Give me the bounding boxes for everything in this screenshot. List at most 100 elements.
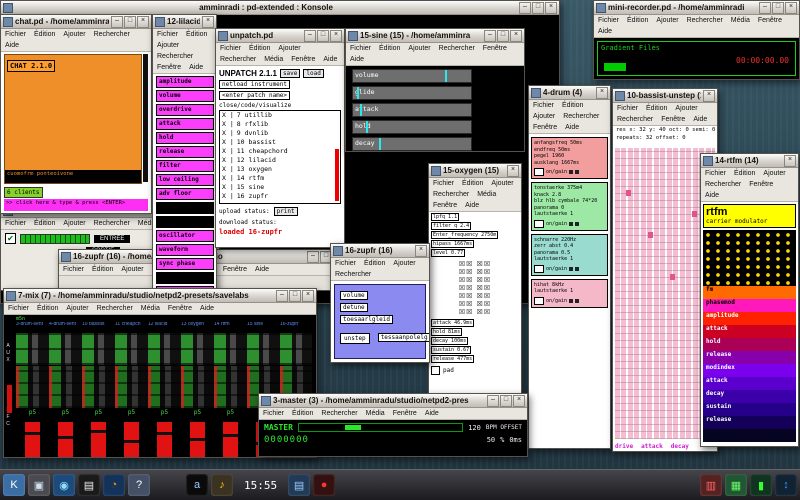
send-toggle-matrix[interactable] [16,333,312,365]
menu-item[interactable]: Média [727,15,754,26]
gain-step-box[interactable] [569,222,573,226]
number-atom[interactable]: lpfq 1.1 [431,213,459,221]
bpm-value[interactable]: 120 [468,424,481,432]
instrument-checkbox[interactable]: X | [222,192,234,200]
fader-knob[interactable] [124,440,139,443]
fader-knob[interactable] [190,438,205,441]
instrument-checkbox[interactable]: X | [222,111,234,119]
rtfm-param[interactable]: attack [703,325,796,338]
instrument-row[interactable]: X |11 cheapchord [220,147,340,156]
taskbar-launcher-icon[interactable]: ◉ [53,474,75,496]
gain-step-box[interactable] [569,299,573,303]
param-slider[interactable]: glide [352,86,472,100]
titlebar[interactable]: 10-bassist-unstep (10 bassist) × [613,89,717,103]
rtfm-param[interactable]: phasemod [703,299,796,312]
fader-bar[interactable] [157,422,172,457]
active-step-cell[interactable] [692,211,697,217]
menu-item[interactable]: Ajouter [62,303,92,314]
maximize-button[interactable]: □ [497,30,509,42]
menu-item[interactable]: Rechercher [435,43,479,54]
fader-knob[interactable] [25,432,40,435]
param-box[interactable]: waveform [156,244,214,256]
maximize-button[interactable]: □ [289,290,301,302]
param-label[interactable]: attack [641,443,663,450]
titlebar[interactable]: 4-drum (4) × [529,86,610,100]
menu-item[interactable]: Fichier [701,168,730,179]
taskbar-launcher-icon[interactable]: K [3,474,25,496]
menu-item[interactable]: Rechercher [683,15,727,26]
menu-item[interactable]: Édition [88,264,117,275]
minimize-button[interactable]: – [304,30,316,42]
patch-name-input[interactable]: <enter patch name> [219,91,290,100]
rtfm-param[interactable]: attack [703,377,796,390]
close-button[interactable]: × [785,2,797,14]
tray-status-icon[interactable]: ▮ [750,474,772,496]
channel-preset-label[interactable]: p5 [214,409,247,416]
gain-step-box[interactable] [569,170,573,174]
rtfm-param[interactable]: modindex [703,364,796,377]
menu-item[interactable]: Fichier [59,264,88,275]
instrument-checkbox[interactable]: X | [222,147,234,155]
channel-preset-label[interactable]: p5 [49,409,82,416]
instrument-checkbox[interactable]: X | [222,120,234,128]
param-box[interactable]: volume [340,291,368,300]
titlebar[interactable]: unpatch.pd – □ × [216,29,344,43]
close-button[interactable]: × [513,395,525,407]
menu-item[interactable]: Rechercher [153,51,197,62]
unstep-button[interactable]: unstep [340,333,370,344]
titlebar[interactable]: 12-lilacid (12) × [153,15,216,29]
menu-item[interactable]: Rechercher [90,218,134,229]
menu-item[interactable]: Édition [30,218,59,229]
close-button[interactable]: × [137,16,149,28]
menu-item[interactable]: Ajouter [59,218,89,229]
menu-item[interactable]: Édition [182,29,211,40]
instrument-row[interactable]: X |9 dvnlib [220,129,340,138]
minimize-button[interactable]: – [519,2,531,14]
menu-item[interactable]: Édition [30,29,59,40]
menu-item[interactable]: Ajouter [389,258,419,269]
number-atom[interactable]: hold 81ms [431,328,462,336]
menu-item[interactable]: Fenêtre [529,122,561,133]
menu-item[interactable]: Édition [558,100,587,111]
menu-item[interactable]: Fichier [346,43,375,54]
titlebar[interactable]: chat.pd - /home/amminradu/studio – □ × [1,15,151,29]
list-scrollbar[interactable] [335,149,339,201]
instrument-row[interactable]: X |7 utillib [220,111,340,120]
menu-item[interactable]: Ajouter [529,111,559,122]
rtfm-param[interactable]: amplitude [703,312,796,325]
close-button[interactable]: × [703,90,715,102]
toggle-grid-row[interactable]: ☒☒ ☒☒ [429,268,521,276]
fader-knob[interactable] [91,430,106,433]
channel-preset-label[interactable]: p5 [148,409,181,416]
gain-step-box[interactable] [575,222,579,226]
tray-icon[interactable]: ▤ [288,474,310,496]
chat-input[interactable]: >> click here & type & press <ENTER> [4,199,148,211]
menu-item[interactable]: Ajouter [487,178,517,189]
menu-item[interactable]: Ajouter [652,15,682,26]
fader-bar[interactable] [223,422,238,457]
fader-knob[interactable] [223,434,238,437]
drum-param-lines[interactable]: anfangsfreq 50ms endfreq 50ms pegel 1960… [534,140,605,166]
close-button[interactable]: × [202,16,214,28]
minimize-button[interactable]: – [759,2,771,14]
menu-item[interactable]: Édition [623,15,652,26]
menu-item[interactable]: Édition [458,178,487,189]
active-step-cell[interactable] [670,274,675,280]
menu-item[interactable]: Édition [245,43,274,54]
instrument-row[interactable]: X |14 rtfm [220,174,340,183]
param-slider[interactable]: decay [352,137,472,151]
menu-item[interactable]: Rechercher [90,29,134,40]
taskbar-app-icon[interactable]: ♪ [211,474,233,496]
menu-item[interactable]: Fenêtre [745,179,777,190]
gain-step-box[interactable] [569,267,573,271]
minimize-button[interactable]: – [111,16,123,28]
menu-item[interactable]: Média [473,189,500,200]
record-led[interactable] [604,63,626,71]
rtfm-param[interactable] [703,429,796,442]
taskbar-launcher-icon[interactable]: ▣ [28,474,50,496]
wet-percent-value[interactable]: 50 [487,436,495,444]
drum-param-lines[interactable]: schnarre 220Hz zerr abst 0.4 panorama 0.… [534,237,605,263]
param-box[interactable]: release [156,146,214,158]
instrument-row[interactable]: X |15 sine [220,183,340,192]
fader-knob[interactable] [157,432,172,435]
